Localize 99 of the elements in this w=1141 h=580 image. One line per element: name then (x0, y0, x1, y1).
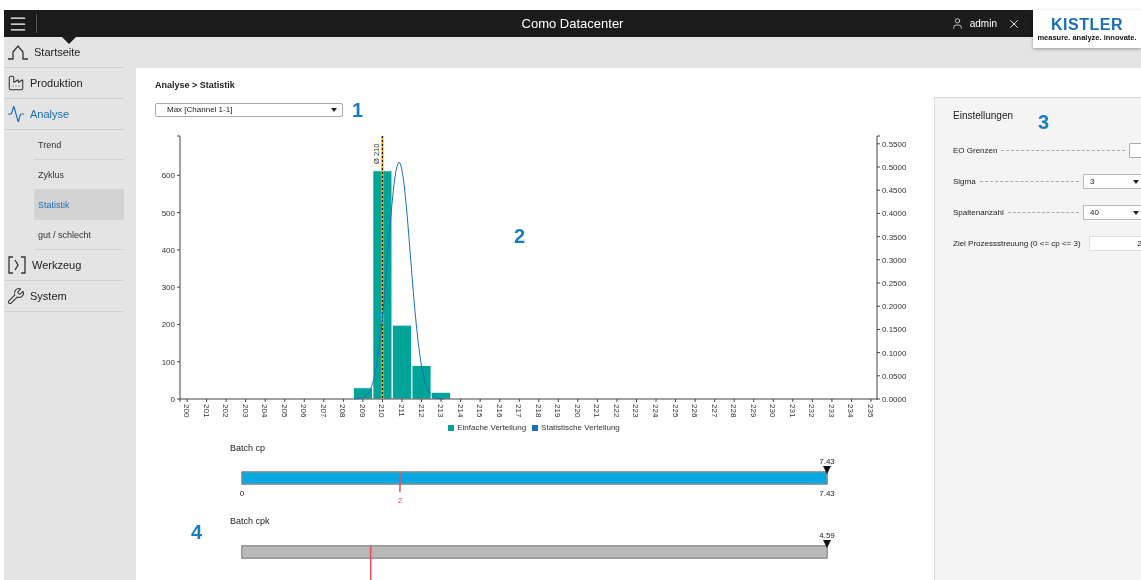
axis-tick-label: 217 (514, 404, 524, 418)
axis-tick-label: 0.5500 (882, 139, 907, 149)
value-pointer-icon (823, 466, 831, 475)
axis-tick-label: 600 (161, 171, 175, 181)
axis-tick-label: 209 (357, 404, 367, 418)
setting-label: EO Grenzen (953, 146, 998, 155)
value-label: 4.59 (819, 531, 835, 540)
setting-label: Ziel Prozessstreuung (0 <= cp <= 3) (953, 239, 1081, 248)
sidebar-item-label: Analyse (30, 108, 70, 120)
axis-tick-label: 210 (377, 404, 387, 418)
axis-tick-label: 0.4000 (882, 209, 907, 219)
axis-tick-label: 0.4500 (882, 186, 907, 196)
channel-dropdown[interactable]: Max [Channel 1-1] (155, 102, 343, 117)
axis-tick-label: 200 (161, 320, 175, 330)
legend-label: Statistische Verteilung (541, 423, 620, 433)
sidebar-item-label: Startseite (34, 46, 81, 58)
axis-tick-label: 0.1000 (882, 348, 907, 358)
axis-tick-label: 0 (170, 395, 175, 404)
axis-tick-label: 213 (436, 404, 446, 418)
axis-tick-label: 300 (161, 283, 175, 293)
callout-number: 2 (514, 226, 526, 246)
logo-wordmark: KISTLER (1051, 15, 1123, 33)
axis-tick-label: 235 (866, 404, 875, 418)
axis-tick-label: 212 (416, 404, 426, 418)
target-label: 2 (397, 496, 403, 506)
axis-tick-label: 218 (533, 404, 543, 418)
setting-label: Sigma (953, 177, 976, 186)
axis-tick-label: 205 (279, 404, 289, 418)
house-icon (7, 43, 29, 61)
axis-tick-label: 228 (729, 404, 739, 418)
factory-icon (7, 74, 25, 92)
axis-tick-label: 0.1500 (882, 325, 907, 335)
axis-tick-label: 0.5000 (882, 163, 907, 172)
gauge-title: Batch cpk (230, 516, 270, 527)
axis-tick-label: 207 (318, 404, 328, 418)
axis-tick-label: 229 (748, 404, 758, 418)
axis-tick-label: 0.0000 (882, 395, 907, 404)
scale-label: 0 (239, 489, 245, 499)
axis-tick-label: 208 (338, 404, 348, 418)
callout-number: 3 (1038, 112, 1050, 132)
axis-tick-label: 222 (611, 404, 621, 418)
caret-icon (331, 107, 337, 112)
axis-tick-label: 211 (396, 404, 406, 417)
axis-tick-label: 500 (161, 208, 175, 218)
sidebar-item-label: Werkzeug (32, 259, 82, 271)
checkbox[interactable] (1129, 143, 1141, 158)
axis-tick-label: 220 (572, 404, 582, 418)
axis-tick-label: 0.3500 (882, 232, 907, 242)
axis-tick-label: 225 (670, 404, 680, 418)
axis-tick-label: 231 (787, 404, 797, 418)
select-field[interactable]: 3 (1083, 174, 1141, 189)
axis-tick-label: 214 (455, 404, 465, 418)
caret-icon (1133, 179, 1139, 184)
settings-title: Einstellungen (953, 110, 1014, 123)
user-name: admin (969, 18, 997, 29)
axis-tick-label: 206 (299, 404, 309, 418)
input-field[interactable]: 2 (1088, 236, 1141, 251)
axis-tick-label: 400 (161, 245, 175, 255)
wrench-icon (7, 287, 25, 305)
axis-tick-label: 233 (826, 404, 836, 418)
select-field[interactable]: 40 (1083, 205, 1141, 220)
bracket-icon (7, 256, 27, 274)
pulse-chart-icon (7, 105, 25, 123)
axis-tick-label: 202 (221, 404, 231, 418)
axis-tick-label: 232 (807, 404, 817, 418)
axis-tick-label: 201 (201, 404, 211, 418)
callout-number: 1 (352, 100, 364, 120)
gauge-title: Batch cp (230, 442, 266, 454)
sidebar-item-label: Produktion (30, 77, 83, 89)
axis-tick-label: 0.2000 (882, 302, 907, 312)
axis-tick-label: 0.2500 (882, 279, 907, 288)
app-title: Como Datacenter (521, 16, 624, 31)
sidebar-item-label: System (30, 290, 67, 302)
axis-tick-label: 215 (475, 404, 485, 418)
axis-tick-label: 234 (846, 404, 856, 418)
breadcrumb: Analyse > Statistik (155, 80, 236, 91)
axis-tick-label: 204 (260, 404, 270, 418)
axis-tick-label: 219 (553, 404, 563, 418)
caret-icon (1133, 210, 1139, 215)
setting-label: Spaltenanzahl (953, 208, 1004, 217)
axis-tick-label: 203 (240, 404, 250, 418)
axis-tick-label: 226 (690, 404, 700, 418)
axis-tick-label: 223 (631, 404, 641, 418)
axis-tick-label: 224 (651, 404, 661, 418)
axis-tick-label: 0.0500 (882, 371, 907, 381)
sidebar-subitem[interactable]: Statistik (34, 190, 124, 220)
axis-tick-label: 100 (161, 357, 175, 367)
scale-label: 7.43 (819, 489, 835, 499)
user-icon (950, 17, 964, 30)
value-label: 7.43 (819, 457, 835, 467)
axis-tick-label: 216 (494, 404, 504, 418)
value-pointer-icon (823, 540, 831, 548)
axis-tick-label: 0.3000 (882, 255, 907, 265)
callout-number: 4 (191, 522, 203, 542)
axis-tick-label: 221 (592, 404, 602, 418)
legend-label: Einfache Verteilung (457, 423, 527, 433)
axis-tick-label: 230 (768, 404, 778, 418)
axis-tick-label: 200 (182, 404, 191, 418)
axis-tick-label: 227 (709, 404, 719, 418)
